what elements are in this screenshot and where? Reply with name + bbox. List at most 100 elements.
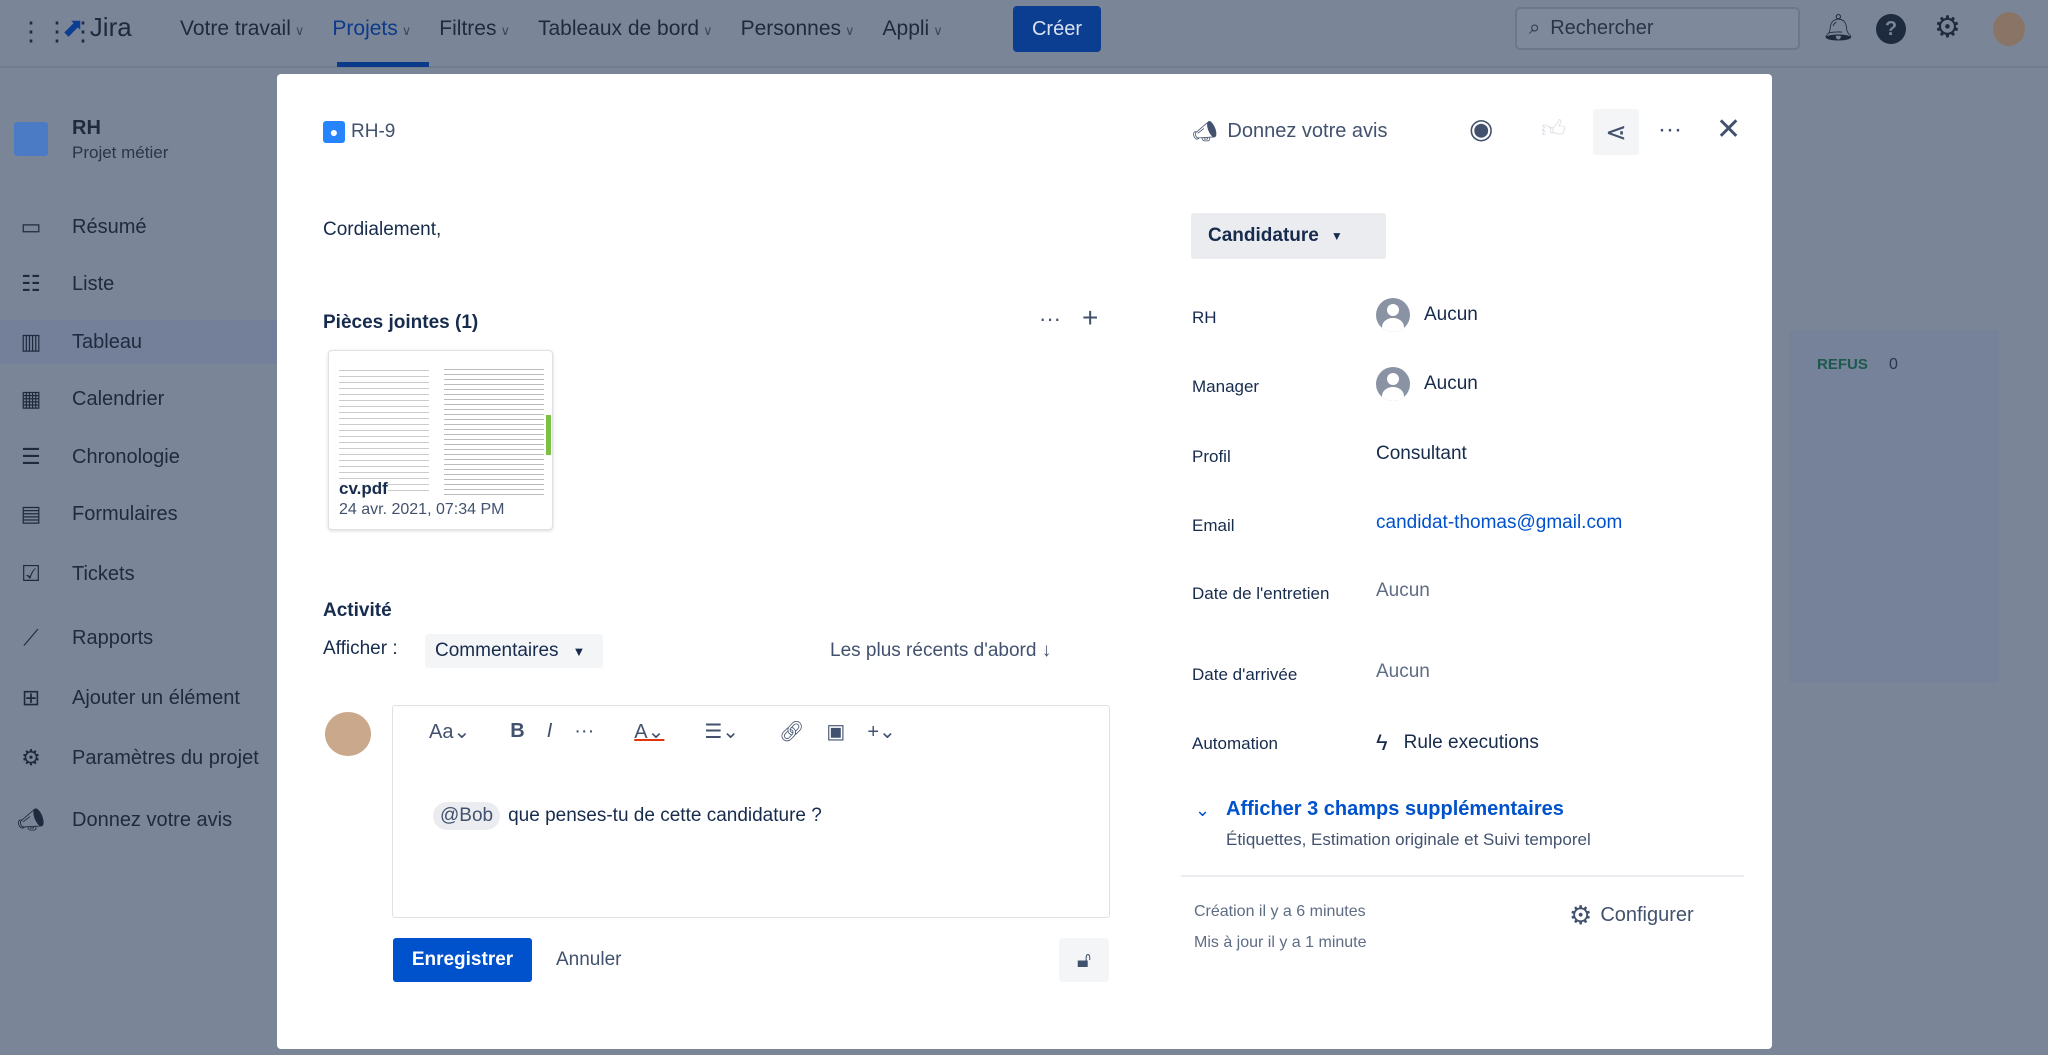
timeline-icon: ☰	[21, 444, 41, 469]
search-icon: ⌕	[1529, 17, 1541, 39]
more-formatting-icon[interactable]: ···	[574, 720, 594, 743]
unassigned-avatar-icon	[1376, 367, 1410, 401]
nav-votre-travail[interactable]: Votre travail ∨	[180, 17, 304, 41]
mention-chip[interactable]: @Bob	[433, 802, 501, 830]
text-style-dropdown[interactable]: Aa⌄	[429, 719, 470, 744]
sidebar-item-5[interactable]: ▤ Formulaires	[16, 501, 178, 527]
share-icon[interactable]: ⋖	[1593, 109, 1639, 155]
field-value[interactable]: Aucun	[1376, 367, 1478, 401]
sidebar-item-2[interactable]: ▥ Tableau	[16, 329, 142, 355]
feedback-button[interactable]: 📣︎ Donnez votre avis	[1192, 119, 1387, 144]
pdf-preview-right	[444, 365, 544, 495]
text-color-icon[interactable]: A⌄	[634, 719, 664, 744]
attachment-date: 24 avr. 2021, 07:34 PM	[339, 501, 505, 518]
more-actions-icon[interactable]: ···	[1658, 116, 1682, 144]
field-label: Profil	[1192, 447, 1231, 466]
gear-icon[interactable]: ⚙	[1934, 10, 1961, 45]
notifications-icon[interactable]: 🔔︎	[1822, 12, 1855, 43]
sidebar-item-8[interactable]: ⊞ Ajouter un élément	[16, 685, 240, 711]
field-value[interactable]: Aucun	[1376, 298, 1478, 332]
field-value[interactable]: ϟ Rule executions	[1376, 730, 1539, 756]
nav-appli[interactable]: Appli ∨	[883, 17, 943, 41]
attachments-title: Pièces jointes (1)	[323, 312, 479, 333]
lock-icon[interactable]: 🔓︎	[1059, 938, 1109, 982]
attachment-name: cv.pdf	[339, 479, 388, 499]
watch-eye-icon[interactable]: ◉	[1469, 112, 1493, 145]
field-value[interactable]: candidat-thomas@gmail.com	[1376, 512, 1622, 534]
project-name: RH	[72, 117, 101, 139]
image-icon[interactable]: ▣	[826, 719, 845, 744]
comment-editor[interactable]: Aa⌄ B I ··· A⌄ ☰⌄ 🔗︎ ▣ +⌄ @Bob que pense…	[392, 705, 1110, 918]
cancel-button[interactable]: Annuler	[556, 949, 622, 971]
nav-personnes[interactable]: Personnes ∨	[741, 17, 855, 41]
field-label: Email	[1192, 516, 1235, 535]
jira-logo[interactable]: ⬈ Jira	[62, 12, 132, 43]
project-avatar	[14, 122, 48, 156]
board-icon: ▥	[20, 329, 42, 354]
board-column-refus: REFUS 0	[1789, 330, 1999, 683]
sidebar-item-4[interactable]: ☰ Chronologie	[16, 444, 180, 470]
like-icon[interactable]: 👍︎	[1541, 116, 1566, 144]
editor-toolbar: Aa⌄ B I ··· A⌄ ☰⌄ 🔗︎ ▣ +⌄	[393, 706, 1109, 756]
add-attachment-icon[interactable]: +	[1082, 302, 1098, 334]
sidebar-item-10[interactable]: 📣︎ Donnez votre avis	[16, 807, 232, 833]
link-icon[interactable]: 🔗︎	[779, 719, 804, 744]
field-label: Automation	[1192, 734, 1278, 753]
sidebar-item-7[interactable]: ⟋ Rapports	[16, 625, 153, 651]
activity-title: Activité	[323, 600, 392, 621]
nav-tableaux-de-bord[interactable]: Tableaux de bord ∨	[538, 17, 713, 41]
pdf-preview	[339, 365, 429, 495]
more-fields-list: Étiquettes, Estimation originale et Suiv…	[1226, 830, 1591, 849]
chevron-down-icon: ▼	[1330, 229, 1343, 243]
show-more-fields-link[interactable]: Afficher 3 champs supplémentaires	[1226, 798, 1564, 821]
issue-key[interactable]: ● RH-9	[323, 121, 395, 143]
avatar[interactable]	[1993, 12, 2025, 46]
italic-icon[interactable]: I	[547, 720, 553, 743]
sidebar-item-1[interactable]: ☷ Liste	[16, 271, 114, 297]
list-icon[interactable]: ☰⌄	[704, 719, 739, 744]
more-icon[interactable]: ···	[1039, 306, 1061, 332]
close-icon[interactable]: ✕	[1716, 112, 1741, 147]
comment-text: @Bob que penses-tu de cette candidature …	[433, 802, 822, 830]
created-timestamp: Création il y a 6 minutes	[1194, 903, 1366, 920]
save-button[interactable]: Enregistrer	[393, 938, 532, 982]
sidebar-item-9[interactable]: ⚙ Paramètres du projet	[16, 745, 259, 771]
help-icon[interactable]: ?	[1876, 14, 1906, 44]
field-label: RH	[1192, 308, 1217, 327]
bold-icon[interactable]: B	[510, 720, 524, 743]
chevron-down-icon[interactable]: ⌄	[1195, 800, 1210, 821]
search-input[interactable]: ⌕ Rechercher	[1515, 7, 1800, 50]
field-value[interactable]: Aucun	[1376, 661, 1430, 683]
updated-timestamp: Mis à jour il y a 1 minute	[1194, 934, 1367, 951]
issue-type-icon: ●	[323, 121, 345, 143]
sidebar-item-0[interactable]: ▭ Résumé	[16, 214, 147, 240]
column-title: REFUS	[1817, 356, 1868, 373]
sidebar-item-6[interactable]: ☑ Tickets	[16, 561, 134, 587]
unassigned-avatar-icon	[1376, 298, 1410, 332]
user-avatar	[325, 712, 371, 756]
status-dropdown[interactable]: Candidature ▼	[1191, 213, 1386, 259]
active-nav-indicator	[337, 62, 429, 67]
create-button[interactable]: Créer	[1013, 6, 1101, 52]
insert-icon[interactable]: +⌄	[867, 719, 895, 744]
field-value[interactable]: Consultant	[1376, 443, 1467, 465]
forms-icon: ▤	[20, 501, 42, 526]
sidebar-item-3[interactable]: ▦ Calendrier	[16, 386, 165, 412]
field-value[interactable]: Aucun	[1376, 580, 1430, 602]
pdf-accent	[546, 415, 551, 455]
nav-filtres[interactable]: Filtres ∨	[439, 17, 510, 41]
description-text: Cordialement,	[323, 219, 442, 240]
attachment-cv[interactable]: cv.pdf 24 avr. 2021, 07:34 PM	[328, 350, 553, 530]
sort-order-button[interactable]: Les plus récents d'abord ↓	[830, 640, 1051, 662]
summary-icon: ▭	[20, 214, 42, 239]
nav-projets[interactable]: Projets ∨	[332, 17, 411, 41]
list-icon: ☷	[21, 271, 41, 296]
gear-icon: ⚙	[21, 745, 41, 770]
field-label: Date d'arrivée	[1192, 665, 1298, 684]
activity-filter-dropdown[interactable]: Commentaires ▼	[425, 634, 604, 668]
show-label: Afficher :	[323, 638, 398, 659]
reports-icon: ⟋	[23, 625, 39, 650]
add-item-icon: ⊞	[21, 685, 41, 710]
configure-button[interactable]: ⚙ Configurer	[1569, 900, 1694, 931]
field-label: Manager	[1192, 377, 1260, 396]
